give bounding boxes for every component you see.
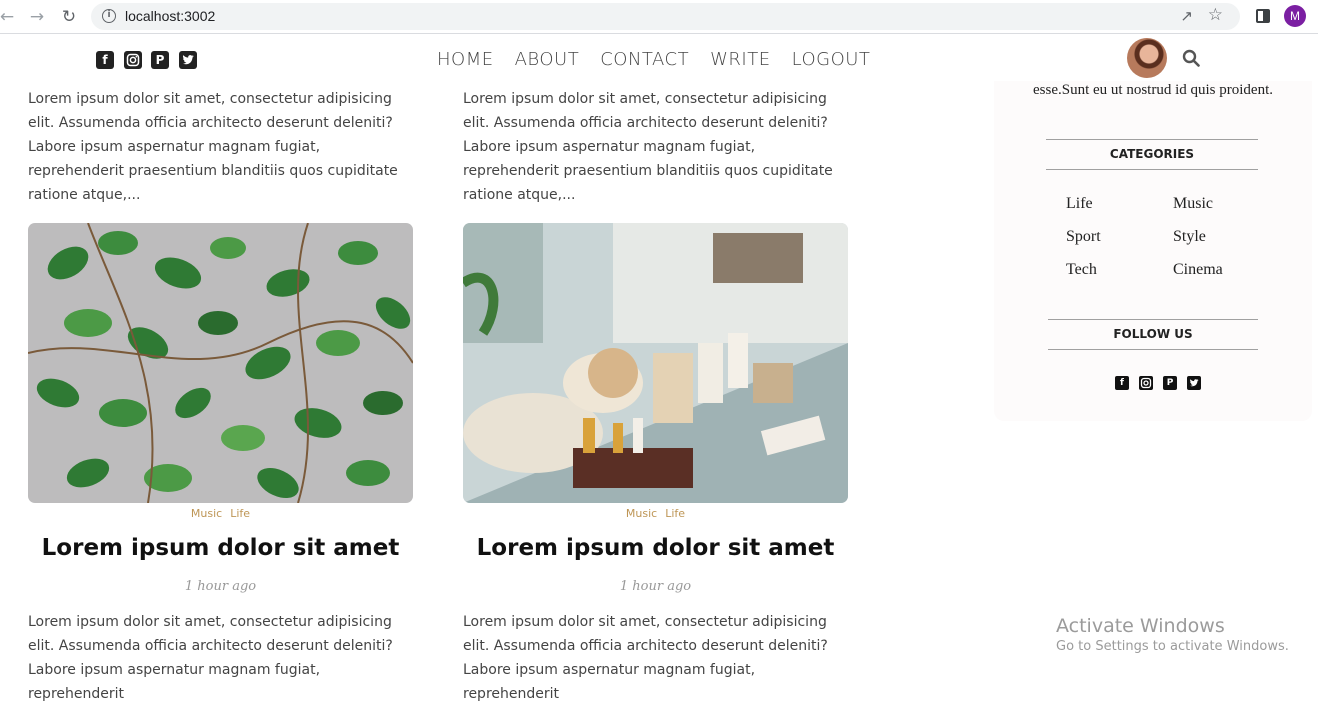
spa-shelf-image[interactable] <box>463 223 848 503</box>
category-tag[interactable]: Music <box>626 507 657 520</box>
post-excerpt: Lorem ipsum dolor sit amet, consectetur … <box>28 614 393 702</box>
watermark-title: Activate Windows <box>1056 615 1225 637</box>
post-excerpt-top-2: Lorem ipsum dolor sit amet, consectetur … <box>463 91 833 203</box>
share-icon[interactable]: ↗ <box>1180 7 1193 25</box>
sidebar-category-tech[interactable]: Tech <box>1066 261 1097 279</box>
menu-write[interactable]: WRITE <box>710 49 770 70</box>
facebook-icon[interactable]: f <box>96 51 114 69</box>
activate-windows-watermark: Activate Windows Go to Settings to activ… <box>1056 615 1289 654</box>
menu-about[interactable]: ABOUT <box>515 49 580 70</box>
reload-icon[interactable]: ↻ <box>58 6 80 28</box>
post-excerpt-top-1: Lorem ipsum dolor sit amet, consectetur … <box>28 91 398 203</box>
post-categories: Music Life <box>28 507 413 520</box>
post-excerpt: Lorem ipsum dolor sit amet, consectetur … <box>463 614 828 702</box>
site-topbar: f P HOME ABOUT CONTACT WRITE LOGOUT <box>0 35 1318 81</box>
address-bar[interactable]: i localhost:3002 ↗ ☆ <box>91 3 1240 30</box>
post-date: 1 hour ago <box>619 579 692 594</box>
bookmark-star-icon[interactable]: ☆ <box>1208 5 1223 25</box>
site-info-icon[interactable]: i <box>102 9 116 23</box>
instagram-icon[interactable] <box>1139 376 1153 390</box>
menu-home[interactable]: HOME <box>437 49 494 70</box>
menu-contact[interactable]: CONTACT <box>600 49 689 70</box>
post-title[interactable]: Lorem ipsum dolor sit amet <box>28 535 413 561</box>
browser-toolbar: ← → ↻ i localhost:3002 ↗ ☆ M <box>0 0 1318 34</box>
profile-avatar[interactable]: M <box>1284 5 1306 27</box>
forward-icon[interactable]: → <box>26 6 48 28</box>
user-avatar[interactable] <box>1127 38 1167 78</box>
post-date: 1 hour ago <box>184 579 257 594</box>
sidebar-category-sport[interactable]: Sport <box>1066 228 1101 246</box>
pinterest-icon[interactable]: P <box>1163 376 1177 390</box>
sidebar-category-style[interactable]: Style <box>1173 228 1206 246</box>
follow-us-heading: FOLLOW US <box>1048 319 1258 350</box>
sidebar-category-music[interactable]: Music <box>1173 195 1213 213</box>
categories-heading: CATEGORIES <box>1046 139 1258 170</box>
instagram-icon[interactable] <box>124 51 142 69</box>
search-icon[interactable] <box>1182 49 1200 67</box>
category-tag[interactable]: Life <box>230 507 250 520</box>
post-title[interactable]: Lorem ipsum dolor sit amet <box>463 535 848 561</box>
facebook-icon[interactable]: f <box>1115 376 1129 390</box>
sidebar: esse.Sunt eu ut nostrud id quis proident… <box>994 70 1312 421</box>
twitter-icon[interactable] <box>1187 376 1201 390</box>
menu-logout[interactable]: LOGOUT <box>792 49 871 70</box>
sidebar-category-cinema[interactable]: Cinema <box>1173 261 1223 279</box>
main-menu: HOME ABOUT CONTACT WRITE LOGOUT <box>437 49 870 70</box>
side-panel-icon[interactable] <box>1256 9 1270 23</box>
category-tag[interactable]: Music <box>191 507 222 520</box>
category-tag[interactable]: Life <box>665 507 685 520</box>
green-vines-image[interactable] <box>28 223 413 503</box>
sidebar-about-text: esse.Sunt eu ut nostrud id quis proident… <box>1033 82 1273 98</box>
twitter-icon[interactable] <box>179 51 197 69</box>
pinterest-icon[interactable]: P <box>151 51 169 69</box>
back-icon[interactable]: ← <box>0 6 18 28</box>
watermark-subtitle: Go to Settings to activate Windows. <box>1056 639 1289 654</box>
sidebar-category-life[interactable]: Life <box>1066 195 1093 213</box>
url-text[interactable]: localhost:3002 <box>125 8 215 24</box>
post-categories: Music Life <box>463 507 848 520</box>
